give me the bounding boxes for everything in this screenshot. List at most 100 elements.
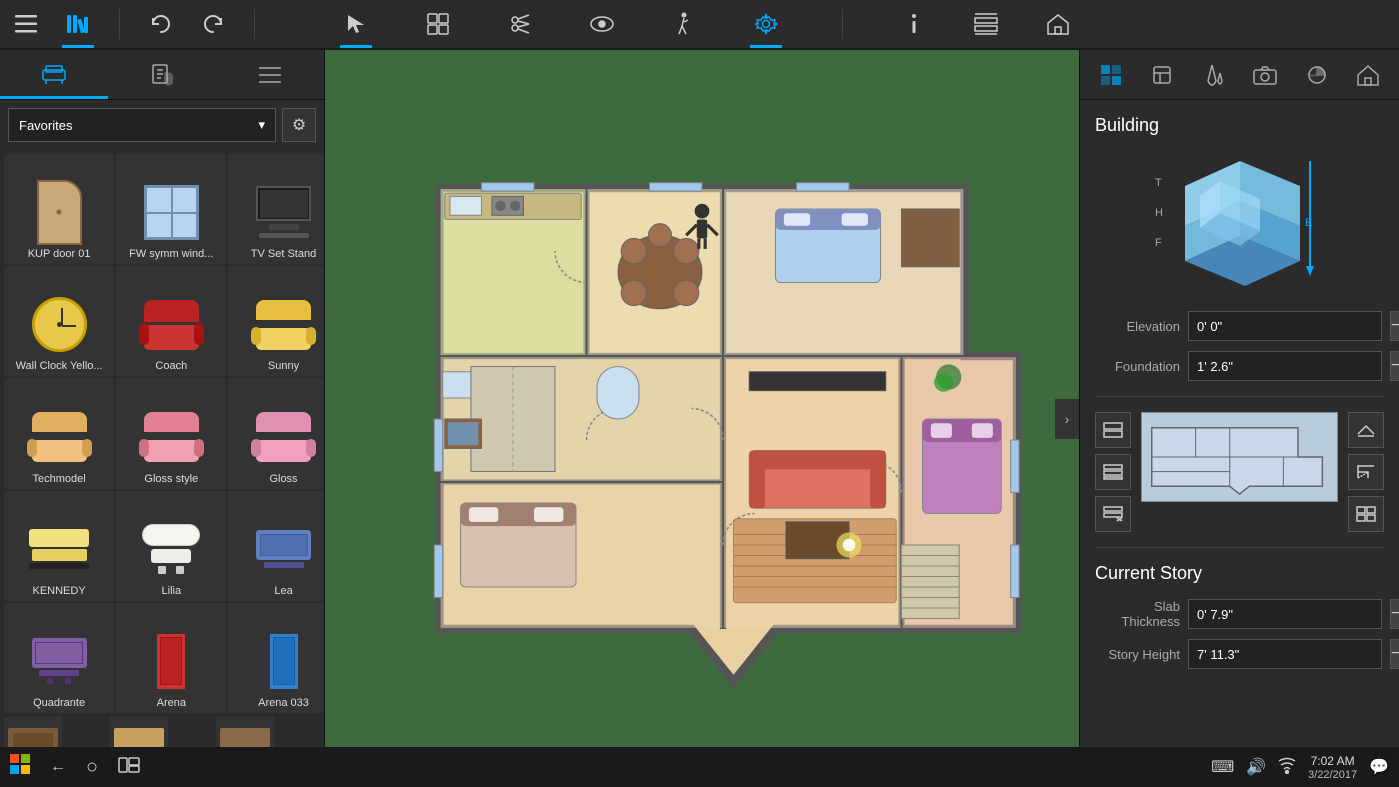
current-story-section: Current Story Slab Thickness − + Story H… (1095, 563, 1384, 669)
story-height-row: Story Height − + (1095, 639, 1384, 669)
floor-copy-btn[interactable] (1095, 454, 1131, 490)
foundation-minus-btn[interactable]: − (1390, 351, 1399, 381)
task-view-button[interactable] (118, 757, 140, 778)
slab-input[interactable] (1188, 599, 1382, 629)
tab-list[interactable] (216, 50, 324, 99)
building-3d-preview: T H F E (1095, 151, 1384, 291)
favorites-bar: Favorites ▾ ⚙ (0, 100, 324, 150)
view-grid-btn[interactable] (1348, 496, 1384, 532)
back-button[interactable]: ← (50, 758, 66, 776)
taskbar-right: ⌨ 🔊 7:02 AM 3/22/2017 💬 (1211, 754, 1389, 781)
network-icon[interactable] (1278, 756, 1296, 779)
story-height-input[interactable] (1188, 639, 1382, 669)
item-kennedy[interactable]: KENNEDY (4, 491, 114, 601)
svg-text:E: E (1305, 217, 1312, 229)
building-3d-svg: T H F E (1145, 151, 1335, 291)
item-label-quadrante: Quadrante (8, 697, 110, 709)
separator-1 (119, 9, 120, 39)
floor-delete-btn[interactable] (1095, 496, 1131, 532)
chevron-down-icon: ▾ (258, 117, 265, 133)
taskbar: ← ○ ⌨ 🔊 7:02 AM 3/22/2017 💬 (0, 747, 1399, 787)
info-icon[interactable] (898, 8, 930, 40)
item-wall-clock[interactable]: Wall Clock Yello... (4, 266, 114, 376)
elevation-label: Elevation (1095, 319, 1180, 334)
eye-icon[interactable] (586, 8, 618, 40)
elevation-input[interactable] (1188, 311, 1382, 341)
item-arena033[interactable]: Arena 033 (228, 603, 324, 713)
item-coach[interactable]: Coach (116, 266, 226, 376)
building-title: Building (1095, 115, 1384, 136)
cursor-icon[interactable] (340, 8, 372, 40)
item-quadrante[interactable]: Quadrante (4, 603, 114, 713)
time-display[interactable]: 7:02 AM 3/22/2017 (1308, 754, 1357, 781)
item-label-techmodel: Techmodel (8, 473, 110, 485)
start-button[interactable] (10, 754, 30, 780)
item-tv-stand[interactable]: TV Set Stand (228, 154, 324, 264)
item-label-clock: Wall Clock Yello... (8, 360, 110, 372)
tab-edit[interactable] (1137, 50, 1189, 99)
view-angle-btn[interactable] (1348, 454, 1384, 490)
redo-icon[interactable] (197, 8, 229, 40)
item-kup-door[interactable]: KUP door 01 (4, 154, 114, 264)
notification-icon[interactable]: 💬 (1369, 757, 1389, 777)
elevation-minus-btn[interactable]: − (1390, 311, 1399, 341)
svg-text:F: F (1155, 237, 1162, 249)
foundation-label: Foundation (1095, 359, 1180, 374)
expand-panel-button[interactable]: › (1055, 399, 1079, 439)
item-gloss-style[interactable]: Gloss style (116, 378, 226, 488)
volume-icon[interactable]: 🔊 (1246, 757, 1266, 777)
undo-icon[interactable] (145, 8, 177, 40)
favorites-dropdown[interactable]: Favorites ▾ (8, 108, 276, 142)
item-thumb-kennedy (18, 513, 100, 585)
svg-text:H: H (1155, 207, 1163, 219)
library-icon[interactable] (62, 8, 94, 40)
right-panel: Building T H F E (1079, 50, 1399, 787)
floor-add-btn[interactable] (1095, 412, 1131, 448)
tab-paint-right[interactable] (1188, 50, 1240, 99)
floors-icon[interactable] (970, 8, 1002, 40)
item-lilia[interactable]: Lilia (116, 491, 226, 601)
tab-home-right[interactable] (1343, 50, 1395, 99)
foundation-row: Foundation − + (1095, 351, 1384, 381)
taskbar-left: ← ○ (10, 754, 140, 780)
item-thumb-coach (130, 289, 212, 361)
building-section: Building T H F E (1095, 115, 1384, 381)
group-icon[interactable] (422, 8, 454, 40)
tab-furniture[interactable] (0, 50, 108, 99)
slab-minus-btn[interactable]: − (1390, 599, 1399, 629)
scissors-icon[interactable] (504, 8, 536, 40)
item-fw-window[interactable]: FW symm wind... (116, 154, 226, 264)
item-lea[interactable]: Lea (228, 491, 324, 601)
story-minus-btn[interactable]: − (1390, 639, 1399, 669)
settings-icon[interactable] (750, 8, 782, 40)
tab-render[interactable] (1291, 50, 1343, 99)
tab-select[interactable] (1085, 50, 1137, 99)
tab-camera[interactable] (1240, 50, 1292, 99)
view-up-btn[interactable] (1348, 412, 1384, 448)
home-2d-icon[interactable] (1042, 8, 1074, 40)
slab-row: Slab Thickness − + (1095, 599, 1384, 629)
item-label-lea: Lea (232, 585, 324, 597)
item-thumb-tv (243, 177, 324, 249)
menu-icon[interactable] (10, 8, 42, 40)
clock-time: 7:02 AM (1311, 754, 1355, 768)
floor-plan-thumbnail[interactable] (1141, 412, 1338, 502)
search-button[interactable]: ○ (86, 756, 98, 779)
item-techmodel[interactable]: Techmodel (4, 378, 114, 488)
center-canvas[interactable]: › (325, 50, 1079, 787)
item-thumb-lilia (130, 513, 212, 585)
tab-paint[interactable] (108, 50, 216, 99)
item-gloss[interactable]: Gloss (228, 378, 324, 488)
story-height-label: Story Height (1095, 647, 1180, 662)
settings-gear-button[interactable]: ⚙ (282, 108, 316, 142)
item-thumb-clock (18, 289, 100, 361)
item-arena[interactable]: Arena (116, 603, 226, 713)
svg-text:T: T (1155, 177, 1162, 189)
item-thumb-gloss-style (130, 401, 212, 473)
favorites-label: Favorites (19, 118, 72, 133)
item-sunny[interactable]: Sunny (228, 266, 324, 376)
foundation-input[interactable] (1188, 351, 1382, 381)
walk-icon[interactable] (668, 8, 700, 40)
separator-3 (842, 9, 843, 39)
keyboard-icon[interactable]: ⌨ (1211, 757, 1234, 777)
